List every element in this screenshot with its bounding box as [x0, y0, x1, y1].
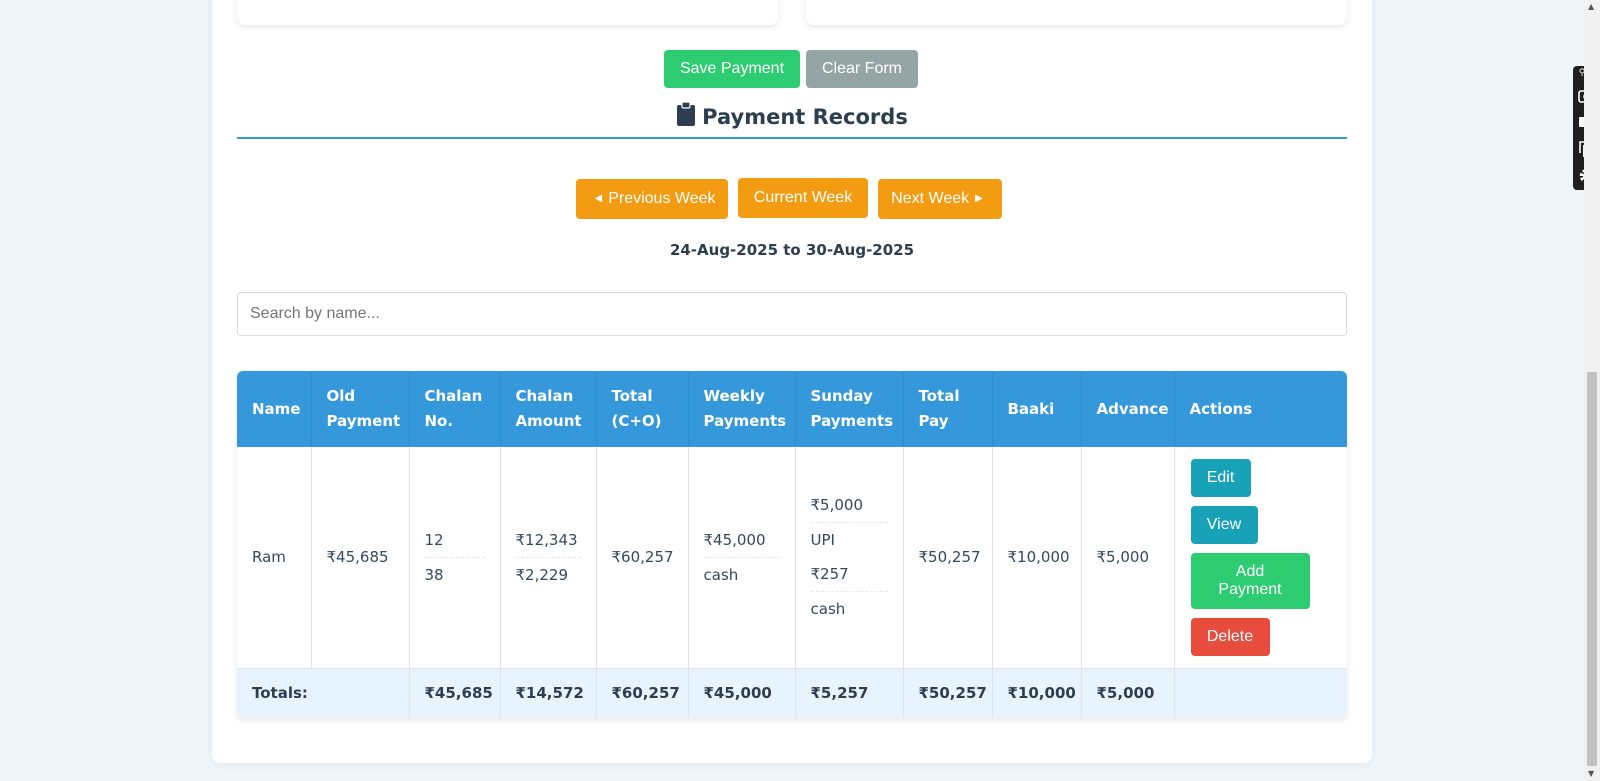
chalan-no-value: 12 [424, 523, 485, 558]
sunday-amount: ₹257 [810, 557, 888, 593]
header-weekly-payments: Weekly Payments [688, 371, 796, 447]
cell-old-payment: ₹45,685 [311, 447, 410, 669]
form-panel-right [806, 0, 1347, 25]
total-chalan-amount: ₹14,572 [500, 668, 597, 718]
chalan-amount-value: ₹2,229 [515, 565, 569, 584]
header-total-co: Total (C+O) [596, 371, 689, 447]
totals-row: Totals: ₹45,685 ₹14,572 ₹60,257 ₹45,000 … [237, 668, 1347, 718]
page-card: Save Payment Clear Form Payment Records … [212, 0, 1372, 763]
previous-week-button[interactable]: ◀ Previous Week [576, 179, 728, 219]
totals-label: Totals: [237, 668, 410, 718]
header-chalan-no: Chalan No. [409, 371, 501, 447]
header-advance: Advance [1081, 371, 1175, 447]
total-actions-empty [1174, 668, 1347, 718]
save-payment-button[interactable]: Save Payment [664, 50, 800, 88]
clear-form-button[interactable]: Clear Form [806, 50, 918, 88]
total-advance: ₹5,000 [1081, 668, 1175, 718]
cell-total-co: ₹60,257 [596, 447, 689, 669]
chalan-no-value: 38 [424, 565, 444, 584]
next-week-label: Next Week [891, 190, 970, 207]
header-sunday-payments: Sunday Payments [795, 371, 904, 447]
records-title: Payment Records [237, 97, 1347, 139]
next-week-button[interactable]: Next Week ▶ [878, 179, 1002, 219]
sunday-method: UPI [810, 531, 835, 550]
header-actions: Actions [1174, 371, 1347, 447]
scrollbar-thumb[interactable] [1587, 372, 1597, 766]
form-actions: Save Payment Clear Form [212, 50, 1372, 88]
total-old-payment: ₹45,685 [409, 668, 501, 718]
add-payment-button[interactable]: Add Payment [1190, 552, 1310, 609]
page-scrollbar[interactable]: ▲ ▼ [1584, 0, 1600, 781]
header-chalan-amount: Chalan Amount [500, 371, 597, 447]
week-navigation: ◀ Previous Week Current Week Next Week ▶ [212, 178, 1372, 219]
total-total-pay: ₹50,257 [903, 668, 993, 718]
chalan-amount-value: ₹12,343 [515, 523, 581, 558]
cell-weekly-payments: ₹45,000 cash [688, 447, 796, 669]
scroll-down-icon[interactable]: ▼ [1588, 769, 1594, 778]
sunday-amount: ₹5,000 [810, 488, 888, 524]
cell-sunday-payments: ₹5,000 UPI ₹257 cash [795, 447, 904, 669]
table-header-row: Name Old Payment Chalan No. Chalan Amoun… [237, 371, 1347, 447]
weekly-amount: ₹45,000 [703, 523, 780, 558]
triangle-right-icon: ▶ [975, 193, 983, 204]
total-baaki: ₹10,000 [992, 668, 1082, 718]
cell-baaki: ₹10,000 [992, 447, 1082, 669]
cell-name: Ram [237, 447, 312, 669]
edit-button[interactable]: Edit [1190, 458, 1251, 497]
records-title-text: Payment Records [702, 105, 908, 129]
header-total-pay: Total Pay [903, 371, 993, 447]
header-old-payment: Old Payment [311, 371, 410, 447]
delete-button[interactable]: Delete [1190, 617, 1270, 656]
cell-chalan-no: 12 38 [409, 447, 501, 669]
cell-chalan-amount: ₹12,343 ₹2,229 [500, 447, 597, 669]
header-name: Name [237, 371, 312, 447]
current-week-button[interactable]: Current Week [738, 178, 868, 218]
table-row: Ram ₹45,685 12 38 ₹12,343 ₹2,229 ₹60,257… [237, 447, 1347, 669]
total-sunday-payments: ₹5,257 [795, 668, 904, 718]
view-button[interactable]: View [1190, 505, 1258, 544]
date-range: 24-Aug-2025 to 30-Aug-2025 [669, 241, 915, 259]
cell-total-pay: ₹50,257 [903, 447, 993, 669]
scroll-up-icon[interactable]: ▲ [1588, 2, 1594, 11]
total-total-co: ₹60,257 [596, 668, 689, 718]
sunday-method: cash [810, 600, 846, 619]
clipboard-icon [676, 102, 696, 126]
triangle-left-icon: ◀ [594, 193, 603, 204]
cell-advance: ₹5,000 [1081, 447, 1175, 669]
search-input[interactable] [237, 292, 1347, 336]
cell-actions: Edit View Add Payment Delete [1173, 447, 1347, 669]
payment-records-table: Name Old Payment Chalan No. Chalan Amoun… [237, 371, 1347, 718]
form-panel-left [237, 0, 778, 25]
previous-week-label: Previous Week [608, 190, 716, 207]
total-weekly-payments: ₹45,000 [688, 668, 796, 718]
header-baaki: Baaki [992, 371, 1082, 447]
weekly-method: cash [703, 565, 739, 584]
